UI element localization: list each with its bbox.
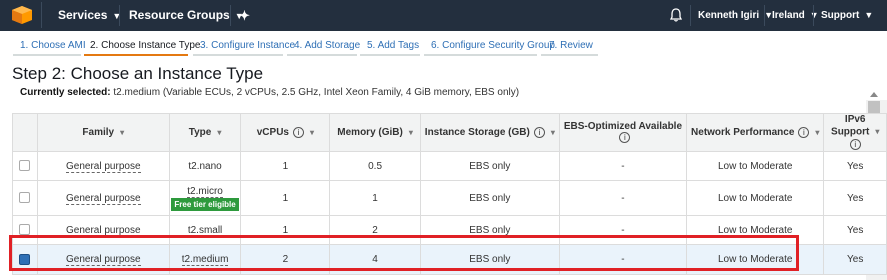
page-title: Step 2: Choose an Instance Type bbox=[12, 64, 264, 83]
memory-cell: 1 bbox=[372, 192, 378, 204]
wizard-steps: 1. Choose AMI 2. Choose Instance Type 3.… bbox=[0, 31, 887, 58]
tab-review[interactable]: 7. Review bbox=[549, 40, 593, 51]
type-cell[interactable]: t2.medium bbox=[181, 254, 229, 266]
ebs-optimized-cell: - bbox=[621, 192, 625, 204]
network-cell: Low to Moderate bbox=[717, 160, 793, 172]
column-header-vcpus[interactable]: vCPUs i ▾ bbox=[240, 113, 331, 152]
vcpus-cell: 1 bbox=[282, 224, 289, 236]
table-row[interactable]: General purpose t2.nano 1 0.5 EBS only -… bbox=[12, 151, 887, 181]
column-header-network-performance[interactable]: Network Performance i ▾ bbox=[686, 113, 825, 152]
ipv6-cell: Yes bbox=[847, 160, 864, 172]
network-cell: Low to Moderate bbox=[717, 224, 793, 236]
storage-cell: EBS only bbox=[469, 160, 511, 172]
ebs-optimized-cell: - bbox=[621, 160, 625, 172]
sort-icon[interactable]: ▾ bbox=[310, 128, 314, 137]
currently-selected: Currently selected: t2.medium (Variable … bbox=[20, 87, 519, 98]
memory-cell: 0.5 bbox=[368, 160, 383, 172]
column-header-ipv6-support[interactable]: IPv6 Support ▾ i bbox=[823, 113, 887, 152]
region-label: Ireland bbox=[772, 10, 805, 21]
pin-icon[interactable]: ✦ bbox=[239, 0, 250, 31]
storage-cell: EBS only bbox=[469, 254, 511, 265]
services-menu[interactable]: Services ▼ bbox=[58, 0, 121, 31]
vcpus-cell: 1 bbox=[282, 192, 289, 204]
tab-add-tags[interactable]: 5. Add Tags bbox=[367, 40, 419, 51]
sort-icon[interactable]: ▾ bbox=[217, 128, 221, 137]
tab-configure-instance[interactable]: 3. Configure Instance bbox=[200, 40, 295, 51]
ipv6-cell: Yes bbox=[847, 224, 864, 236]
tab-add-storage[interactable]: 4. Add Storage bbox=[294, 40, 360, 51]
free-tier-badge: Free tier eligible bbox=[171, 197, 239, 211]
resource-groups-label: Resource Groups bbox=[129, 8, 230, 22]
type-cell: t2.nano bbox=[188, 160, 222, 172]
column-header-family[interactable]: Family ▾ bbox=[36, 113, 170, 152]
ebs-optimized-cell: - bbox=[621, 224, 625, 236]
network-cell: Low to Moderate bbox=[717, 254, 793, 265]
table-row[interactable]: General purpose t2.micro Free tier eligib… bbox=[12, 180, 887, 216]
info-icon[interactable]: i bbox=[619, 132, 631, 144]
resource-groups-menu[interactable]: Resource Groups ▼ bbox=[129, 0, 244, 31]
region-menu[interactable]: Ireland ▼ bbox=[772, 0, 819, 31]
instance-type-table: Family ▾ Type ▾ vCPUs i ▾ Memory (GiB) ▾ Inst… bbox=[12, 113, 887, 275]
cube-icon bbox=[12, 6, 32, 24]
info-icon[interactable]: i bbox=[849, 138, 861, 150]
info-icon[interactable]: i bbox=[533, 126, 545, 138]
ebs-optimized-cell: - bbox=[621, 254, 625, 265]
memory-cell: 2 bbox=[372, 224, 378, 236]
storage-cell: EBS only bbox=[469, 192, 511, 204]
family-cell[interactable]: General purpose bbox=[66, 160, 141, 173]
family-cell[interactable]: General purpose bbox=[66, 254, 141, 266]
column-header-memory[interactable]: Memory (GiB) ▾ bbox=[329, 113, 421, 152]
sort-icon[interactable]: ▾ bbox=[551, 128, 555, 137]
type-cell[interactable]: t2.small bbox=[187, 224, 223, 237]
support-label: Support bbox=[821, 10, 860, 21]
row-checkbox[interactable] bbox=[19, 160, 31, 172]
scroll-up-arrow-icon[interactable] bbox=[870, 92, 878, 97]
column-header-instance-storage[interactable]: Instance Storage (GB) i ▾ bbox=[419, 113, 560, 152]
table-row[interactable]: General purpose t2.small 1 2 EBS only - … bbox=[12, 215, 887, 245]
select-column-header bbox=[12, 113, 38, 152]
storage-cell: EBS only bbox=[469, 224, 511, 236]
memory-cell: 4 bbox=[372, 254, 378, 265]
services-label: Services bbox=[58, 8, 108, 22]
aws-logo[interactable] bbox=[2, 2, 42, 28]
family-cell[interactable]: General purpose bbox=[66, 192, 141, 205]
sort-icon[interactable]: ▾ bbox=[120, 128, 124, 137]
info-icon[interactable]: i bbox=[292, 126, 304, 138]
family-cell[interactable]: General purpose bbox=[66, 224, 141, 237]
chevron-down-icon: ▼ bbox=[864, 10, 874, 20]
ipv6-cell: Yes bbox=[847, 192, 864, 204]
currently-selected-value: t2.medium (Variable ECUs, 2 vCPUs, 2.5 G… bbox=[113, 87, 520, 98]
row-checkbox-checked[interactable] bbox=[19, 253, 31, 265]
top-navigation-bar: Services ▼ Resource Groups ▼ ✦ Kenneth Igi… bbox=[0, 0, 887, 31]
row-checkbox[interactable] bbox=[19, 224, 31, 236]
support-menu[interactable]: Support ▼ bbox=[821, 0, 873, 31]
tab-configure-security-group[interactable]: 6. Configure Security Group bbox=[431, 40, 555, 51]
sort-icon[interactable]: ▾ bbox=[875, 126, 879, 138]
row-checkbox[interactable] bbox=[19, 192, 31, 204]
sort-icon[interactable]: ▾ bbox=[815, 128, 819, 137]
currently-selected-label: Currently selected: bbox=[20, 87, 111, 98]
bell-icon[interactable] bbox=[669, 8, 683, 25]
column-header-type[interactable]: Type ▾ bbox=[168, 113, 242, 152]
column-header-ebs-optimized[interactable]: EBS-Optimized Available i bbox=[558, 113, 688, 152]
tab-choose-ami[interactable]: 1. Choose AMI bbox=[20, 40, 86, 51]
vcpus-cell: 1 bbox=[282, 160, 289, 172]
type-cell[interactable]: t2.micro bbox=[187, 185, 223, 198]
network-cell: Low to Moderate bbox=[717, 192, 793, 204]
account-menu[interactable]: Kenneth Igiri ▼ bbox=[698, 0, 773, 31]
sort-icon[interactable]: ▾ bbox=[409, 128, 413, 137]
info-icon[interactable]: i bbox=[798, 126, 810, 138]
tab-choose-instance-type[interactable]: 2. Choose Instance Type bbox=[90, 40, 200, 51]
table-row-selected[interactable]: General purpose t2.medium 2 4 EBS only -… bbox=[12, 244, 887, 275]
vcpus-cell: 2 bbox=[282, 254, 289, 265]
ipv6-cell: Yes bbox=[847, 254, 864, 265]
chevron-down-icon: ▼ bbox=[809, 10, 819, 20]
user-name: Kenneth Igiri bbox=[698, 10, 760, 21]
